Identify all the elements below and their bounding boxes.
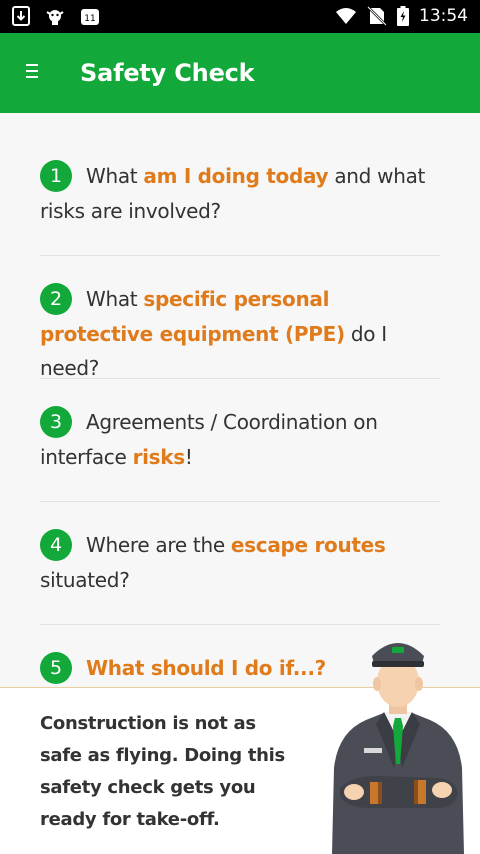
wifi-icon [335, 7, 357, 25]
no-sim-icon [367, 6, 387, 26]
menu-icon [25, 62, 39, 84]
menu-button[interactable] [16, 57, 48, 89]
question-text: ! [184, 444, 193, 469]
checklist: 1 What am I doing today and what risks ar… [0, 113, 480, 687]
svg-text:11: 11 [84, 14, 95, 24]
step-number-badge: 4 [40, 528, 72, 561]
step-number-badge: 2 [40, 282, 72, 315]
question-text: Where are the [86, 533, 231, 557]
step-number-badge: 5 [40, 651, 72, 684]
question-text: What [86, 164, 144, 188]
step-number-badge: 1 [40, 159, 72, 192]
divider [40, 501, 440, 502]
status-time: 13:54 [419, 6, 468, 26]
highlighted-text: escape routes [230, 533, 386, 557]
divider [40, 378, 440, 379]
pilot-illustration [318, 628, 478, 854]
footer-message: Construction is not as safe as flying. D… [40, 713, 285, 830]
calendar-icon: 11 [80, 6, 100, 26]
checklist-item-2: 2 What specific personal protective equip… [40, 282, 440, 385]
question-text: Agreements / Coordination on interface [40, 410, 378, 469]
highlighted-text: am I doing today [143, 164, 329, 188]
question-text: What [86, 287, 144, 311]
checklist-item-4: 4 Where are the escape routes situated? [40, 528, 440, 597]
status-bar: 11 13:54 [0, 0, 480, 33]
question-text: situated? [40, 567, 130, 592]
step-number-badge: 3 [40, 405, 72, 438]
highlighted-text: What should I do if...? [86, 656, 326, 680]
checklist-item-3: 3 Agreements / Coordination on interface … [40, 405, 440, 474]
android-icon [44, 6, 66, 26]
battery-charging-icon [397, 6, 409, 26]
download-icon [12, 6, 30, 26]
divider [40, 624, 440, 625]
checklist-item-1: 1 What am I doing today and what risks ar… [40, 159, 440, 228]
divider [40, 255, 440, 256]
page-title: Safety Check [80, 59, 255, 87]
highlighted-text: risks [132, 444, 186, 469]
app-bar: Safety Check [0, 33, 480, 113]
